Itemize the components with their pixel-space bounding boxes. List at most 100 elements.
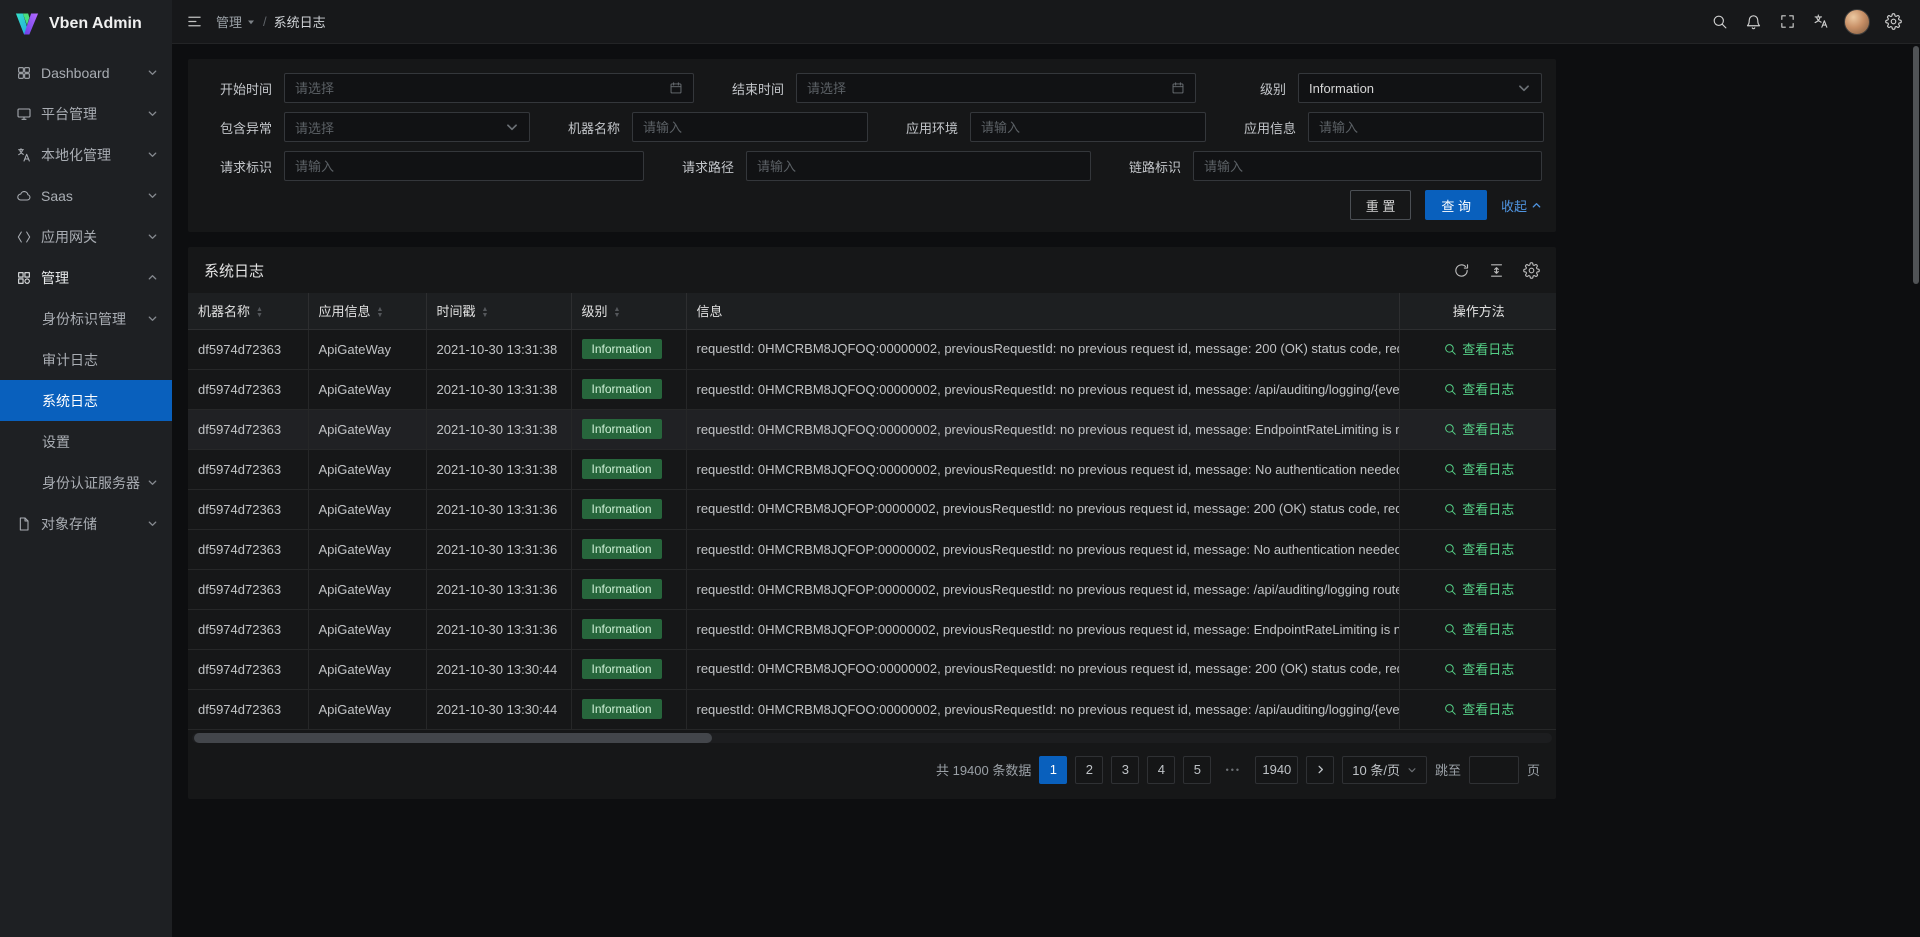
- table-row: df5974d72363ApiGateWay2021-10-30 13:31:3…: [188, 369, 1556, 409]
- filter-text-machine-name[interactable]: [632, 112, 868, 142]
- sidebar-item-gateway[interactable]: 应用网关: [0, 216, 172, 257]
- view-log-link[interactable]: 查看日志: [1443, 339, 1514, 358]
- cell-timestamp: 2021-10-30 13:31:36: [426, 569, 571, 609]
- table-settings-icon[interactable]: [1523, 262, 1540, 279]
- level-tag: Information: [582, 339, 662, 359]
- breadcrumb-section[interactable]: 管理: [216, 12, 256, 31]
- end-time-input[interactable]: [807, 81, 1163, 96]
- sidebar-item-label: 审计日志: [42, 350, 158, 370]
- refresh-icon[interactable]: [1453, 262, 1470, 279]
- table-row: df5974d72363ApiGateWay2021-10-30 13:30:4…: [188, 649, 1556, 689]
- avatar[interactable]: [1844, 9, 1870, 35]
- cell-level: Information: [571, 529, 686, 569]
- column-header: 操作方法: [1399, 293, 1556, 329]
- settings-icon[interactable]: [1876, 0, 1910, 44]
- table-row: df5974d72363ApiGateWay2021-10-30 13:31:3…: [188, 449, 1556, 489]
- view-log-link[interactable]: 查看日志: [1443, 539, 1514, 558]
- filter-text-request-path[interactable]: [746, 151, 1091, 181]
- filter-date-end-time[interactable]: [796, 73, 1196, 103]
- search-icon[interactable]: [1702, 0, 1736, 44]
- column-header[interactable]: 机器名称▲▼: [188, 293, 308, 329]
- filter-text-request-id[interactable]: [284, 151, 644, 181]
- menu-fold-icon[interactable]: [176, 0, 212, 44]
- pagination-page-4[interactable]: 4: [1147, 756, 1175, 784]
- breadcrumb-section-label: 管理: [216, 12, 242, 31]
- view-log-link[interactable]: 查看日志: [1443, 699, 1514, 718]
- cell-action: 查看日志: [1399, 609, 1556, 649]
- logo[interactable]: Vben Admin: [0, 0, 172, 48]
- pagination-ellipsis[interactable]: •••: [1219, 756, 1247, 784]
- translate-icon[interactable]: [1804, 0, 1838, 44]
- search-icon: [1443, 702, 1457, 716]
- column-header[interactable]: 时间戳▲▼: [426, 293, 571, 329]
- reset-button[interactable]: 重 置: [1350, 190, 1412, 220]
- search-icon: [1443, 662, 1457, 676]
- page-scrollbar-thumb[interactable]: [1913, 46, 1919, 284]
- sidebar-item-object-storage[interactable]: 对象存储: [0, 503, 172, 544]
- filter-text-app-env[interactable]: [970, 112, 1206, 142]
- trace-id-input[interactable]: [1204, 159, 1531, 174]
- column-height-icon[interactable]: [1488, 262, 1505, 279]
- sidebar-item-system-log[interactable]: 系统日志: [0, 380, 172, 421]
- view-log-link[interactable]: 查看日志: [1443, 619, 1514, 638]
- pagination-page-2[interactable]: 2: [1075, 756, 1103, 784]
- chevron-down-icon: [1517, 81, 1531, 95]
- view-log-label: 查看日志: [1462, 619, 1514, 638]
- request-path-input[interactable]: [757, 159, 1080, 174]
- column-header[interactable]: 级别▲▼: [571, 293, 686, 329]
- request-id-input[interactable]: [295, 159, 633, 174]
- filter-field-label: 请求标识: [202, 157, 272, 176]
- sidebar-item-settings[interactable]: 设置: [0, 421, 172, 462]
- app-env-input[interactable]: [981, 120, 1195, 135]
- machine-name-input[interactable]: [643, 120, 857, 135]
- filter-select-level[interactable]: Information: [1298, 73, 1542, 103]
- sidebar-item-management[interactable]: 管理: [0, 257, 172, 298]
- cell-machine: df5974d72363: [188, 329, 308, 369]
- sidebar-item-dashboard[interactable]: Dashboard: [0, 52, 172, 93]
- cell-machine: df5974d72363: [188, 529, 308, 569]
- filter-date-start-time[interactable]: [284, 73, 694, 103]
- search-button[interactable]: 查 询: [1425, 190, 1487, 220]
- filter-field-start-time: 开始时间: [202, 73, 694, 103]
- sidebar-item-localization[interactable]: 本地化管理: [0, 134, 172, 175]
- app-info-input[interactable]: [1319, 120, 1533, 135]
- start-time-input[interactable]: [295, 81, 661, 96]
- bell-icon[interactable]: [1736, 0, 1770, 44]
- sidebar-item-audit-log[interactable]: 审计日志: [0, 339, 172, 380]
- filter-field-label: 应用环境: [888, 118, 958, 137]
- sidebar-item-auth-server[interactable]: 身份认证服务器: [0, 462, 172, 503]
- log-table: 机器名称▲▼应用信息▲▼时间戳▲▼级别▲▼信息操作方法 df5974d72363…: [188, 293, 1556, 730]
- pagination-page-1[interactable]: 1: [1039, 756, 1067, 784]
- sidebar-item-saas[interactable]: Saas: [0, 175, 172, 216]
- view-log-label: 查看日志: [1462, 659, 1514, 678]
- page-size-select[interactable]: 10 条/页: [1342, 756, 1427, 784]
- view-log-link[interactable]: 查看日志: [1443, 419, 1514, 438]
- pagination-page-3[interactable]: 3: [1111, 756, 1139, 784]
- sidebar-item-identity-management[interactable]: 身份标识管理: [0, 298, 172, 339]
- view-log-link[interactable]: 查看日志: [1443, 579, 1514, 598]
- cell-app: ApiGateWay: [308, 369, 426, 409]
- pagination-next-button[interactable]: [1306, 756, 1334, 784]
- sidebar-item-platform[interactable]: 平台管理: [0, 93, 172, 134]
- filter-field-end-time: 结束时间: [714, 73, 1196, 103]
- app-root: Vben Admin Dashboard平台管理本地化管理Saas应用网关管理身…: [0, 0, 1920, 937]
- view-log-link[interactable]: 查看日志: [1443, 659, 1514, 678]
- filter-select-has-exception[interactable]: 请选择: [284, 112, 530, 142]
- horizontal-scrollbar[interactable]: [192, 733, 1552, 743]
- view-log-link[interactable]: 查看日志: [1443, 379, 1514, 398]
- collapse-link[interactable]: 收起: [1501, 196, 1542, 215]
- pagination-page-5[interactable]: 5: [1183, 756, 1211, 784]
- page-size-value: 10 条/页: [1352, 760, 1400, 779]
- pagination-page-1940[interactable]: 1940: [1255, 756, 1298, 784]
- jump-page-input[interactable]: [1469, 756, 1519, 784]
- filter-text-trace-id[interactable]: [1193, 151, 1542, 181]
- column-header[interactable]: 应用信息▲▼: [308, 293, 426, 329]
- filter-text-app-info[interactable]: [1308, 112, 1544, 142]
- table-row: df5974d72363ApiGateWay2021-10-30 13:31:3…: [188, 609, 1556, 649]
- table-row: df5974d72363ApiGateWay2021-10-30 13:30:4…: [188, 689, 1556, 729]
- fullscreen-icon[interactable]: [1770, 0, 1804, 44]
- view-log-label: 查看日志: [1462, 579, 1514, 598]
- horizontal-scrollbar-thumb[interactable]: [194, 733, 712, 743]
- view-log-link[interactable]: 查看日志: [1443, 499, 1514, 518]
- view-log-link[interactable]: 查看日志: [1443, 459, 1514, 478]
